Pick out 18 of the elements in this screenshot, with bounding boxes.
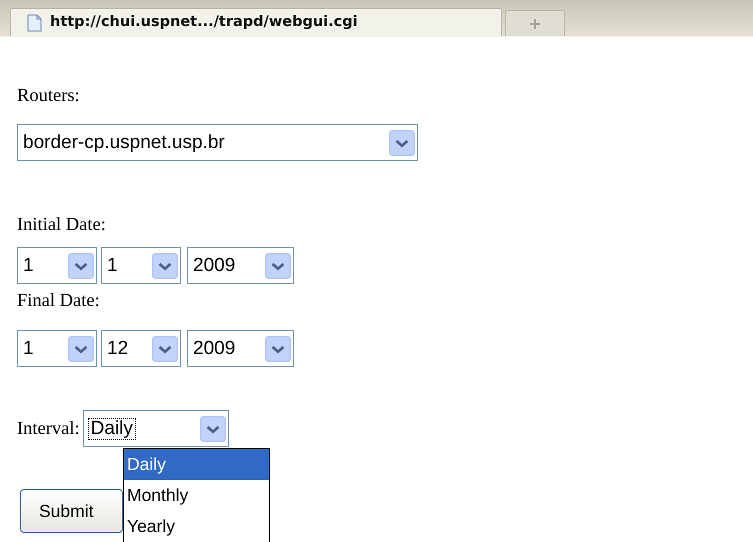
select-field[interactable]: 2009 [187, 330, 294, 367]
select-field[interactable]: 12 [101, 330, 181, 367]
select-field[interactable]: Daily [82, 410, 229, 447]
field-label: Routers: [17, 85, 80, 107]
select-field[interactable]: 1 [17, 247, 97, 284]
select-field[interactable]: 1 [101, 247, 181, 284]
submit-button[interactable]: Submit [20, 489, 123, 533]
select-field[interactable]: border-cp.uspnet.usp.br [17, 124, 418, 161]
dropdown-option[interactable]: Yearly [124, 511, 269, 542]
select-field[interactable]: 2009 [187, 247, 294, 284]
field-label: Initial Date: [17, 214, 106, 236]
browser-tab[interactable]: http://chui.uspnet.../trapd/webgui.cgi [10, 8, 502, 36]
field-label: Interval: [17, 418, 80, 440]
select-field[interactable]: 1 [17, 330, 97, 367]
tab-title: http://chui.uspnet.../trapd/webgui.cgi [50, 12, 358, 32]
dropdown-option[interactable]: Daily [124, 449, 269, 480]
field-label: Final Date: [17, 290, 100, 312]
dropdown-option[interactable]: Monthly [124, 480, 269, 511]
